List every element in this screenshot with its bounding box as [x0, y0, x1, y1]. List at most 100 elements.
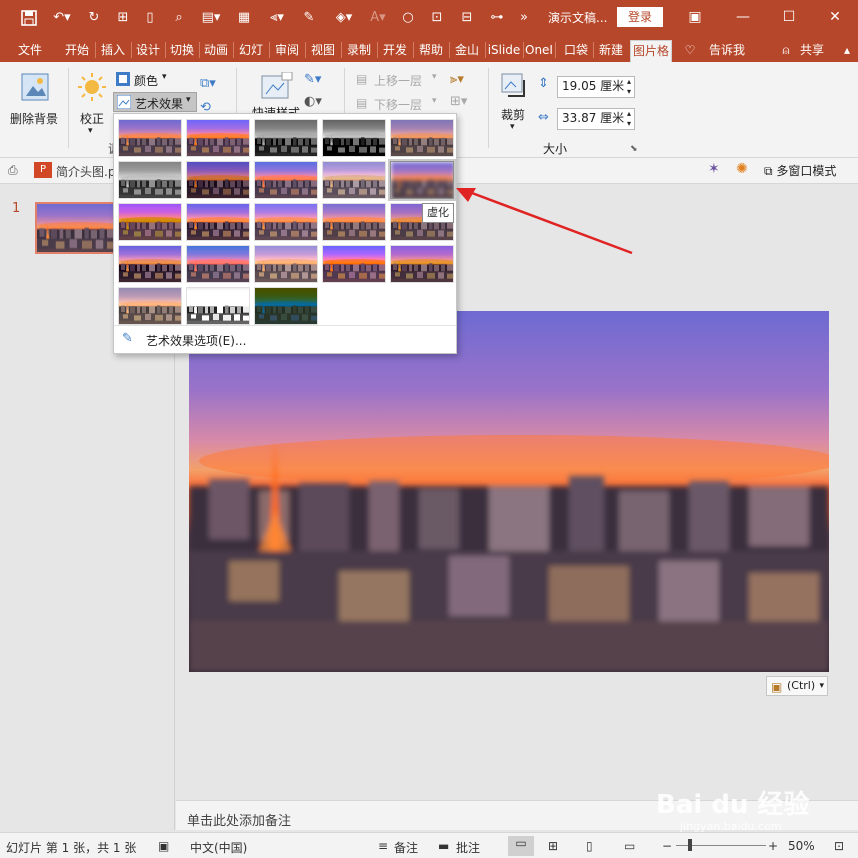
artistic-effect-option[interactable] [390, 245, 454, 283]
tab-home[interactable]: 开始 [60, 40, 94, 62]
quick-styles-button[interactable]: 快速样式 [248, 72, 308, 120]
tab-insert[interactable]: 插入 [96, 40, 130, 62]
slide-canvas[interactable] [189, 311, 829, 672]
remove-background-button[interactable]: 删除背景 [8, 68, 62, 130]
artistic-effect-option[interactable] [322, 119, 386, 157]
maximize-icon[interactable]: ☐ [776, 6, 802, 28]
minimize-icon[interactable]: — [730, 6, 756, 28]
tab-animations[interactable]: 动画 [200, 40, 232, 62]
ribbon-display-icon[interactable]: ▣ [682, 6, 708, 28]
artistic-effect-option[interactable] [186, 161, 250, 199]
artistic-effect-option[interactable] [254, 119, 318, 157]
artistic-effect-option[interactable] [118, 161, 182, 199]
open-folder-icon[interactable]: ▤▾ [196, 8, 226, 28]
multiwindow-button[interactable]: ⧉ 多窗口模式 [764, 162, 854, 180]
lightbulb-icon[interactable]: ♡ [680, 40, 700, 62]
tab-slideshow[interactable]: 幻灯 [234, 40, 268, 62]
undo-icon[interactable]: ↶▾ [48, 8, 76, 28]
spinner-icon[interactable]: ▴ ▾ [627, 109, 631, 129]
picture-border-icon[interactable]: ✎▾ [304, 72, 334, 90]
comments-icon[interactable]: ▬ [438, 839, 449, 853]
slideshow-icon[interactable]: ▭ [624, 839, 635, 853]
crop-button[interactable]: 裁剪 ▾ [496, 72, 532, 134]
tab-pocket[interactable]: 口袋 [560, 40, 592, 62]
artistic-effects-button[interactable]: 艺术效果 ▾ [113, 92, 197, 112]
artistic-effect-option[interactable] [186, 287, 250, 325]
magic-wand-icon[interactable]: ✶ [708, 161, 728, 181]
crop-icon[interactable]: ⊡ [426, 8, 448, 28]
tab-help[interactable]: 帮助 [414, 40, 448, 62]
corrections-button[interactable]: 校正 ▾ [72, 68, 112, 136]
notes-button[interactable]: 备注 [394, 839, 418, 856]
group-icon[interactable]: ⊟ [456, 8, 478, 28]
align-objects-icon[interactable]: ⫸▾ [450, 72, 472, 90]
reading-view-icon[interactable]: ▯ [586, 839, 593, 853]
tab-new[interactable]: 新建 [594, 40, 628, 62]
artistic-effect-option[interactable] [118, 119, 182, 157]
artistic-effect-option[interactable] [322, 245, 386, 283]
artistic-effect-option[interactable] [390, 119, 454, 157]
ribbon-collapse-icon[interactable]: ▴ [840, 40, 854, 62]
tab-file[interactable]: 文件 [10, 40, 50, 62]
artistic-effect-option[interactable] [118, 203, 182, 241]
tab-design[interactable]: 设计 [132, 40, 164, 62]
tab-onenote[interactable]: OneI [524, 40, 554, 62]
login-button[interactable]: 登录 [617, 7, 663, 27]
artistic-effect-option[interactable] [186, 245, 250, 283]
tab-kingsoft[interactable]: 金山 [450, 40, 484, 62]
save-icon[interactable] [18, 8, 40, 28]
language-indicator[interactable]: 中文(中国) [190, 839, 247, 856]
close-icon[interactable]: ✕ [822, 6, 848, 28]
grid-icon[interactable]: ▦ [234, 8, 254, 28]
share-button[interactable]: 共享 [796, 40, 828, 62]
tab-developer[interactable]: 开发 [378, 40, 412, 62]
slide-sorter-icon[interactable]: ⊞ [548, 839, 558, 853]
width-field[interactable]: 33.87 厘米 ▴ ▾ [557, 108, 635, 130]
artistic-effect-option[interactable] [322, 161, 386, 199]
compress-pictures-icon[interactable]: ⧉▾ [200, 76, 224, 94]
normal-view-icon[interactable]: ▭ [508, 836, 534, 856]
tab-record[interactable]: 录制 [342, 40, 376, 62]
city-photo[interactable] [189, 311, 829, 672]
more-icon[interactable]: » [514, 8, 534, 28]
spinner-icon[interactable]: ▴ ▾ [627, 77, 631, 97]
tab-transitions[interactable]: 切换 [166, 40, 198, 62]
artistic-effect-option[interactable] [118, 287, 182, 325]
settings-icon[interactable]: ✺ [736, 161, 756, 181]
artistic-effect-option[interactable] [322, 203, 386, 241]
tab-review[interactable]: 审阅 [270, 40, 304, 62]
paste-options-button[interactable]: ▣ (Ctrl) ▾ [766, 676, 828, 696]
print-preview-icon[interactable]: ⌕ [168, 8, 190, 28]
artistic-effect-option[interactable] [254, 161, 318, 199]
redo-icon[interactable]: ↻ [84, 8, 104, 28]
person-icon[interactable]: ⍝ [776, 40, 796, 62]
notes-icon[interactable]: ≡ [378, 839, 388, 853]
tab-tell-me[interactable]: 告诉我 [704, 40, 750, 62]
tab-picture-format[interactable]: 图片格 [630, 40, 672, 62]
color-button[interactable]: 颜色 ▾ [114, 70, 174, 90]
circle-icon[interactable]: ○ [398, 8, 418, 28]
artistic-effect-option[interactable] [186, 203, 250, 241]
comments-button[interactable]: 批注 [456, 839, 480, 856]
height-field[interactable]: 19.05 厘米 ▴ ▾ [557, 76, 635, 98]
tab-view[interactable]: 视图 [306, 40, 340, 62]
size-dialog-launcher-icon[interactable]: ⬊ [630, 144, 638, 154]
artistic-effect-option[interactable] [254, 203, 318, 241]
artistic-effects-options[interactable]: ✎ 艺术效果选项(E)... [114, 325, 456, 352]
link-icon[interactable]: ⊶ [486, 8, 508, 28]
format-painter-icon[interactable]: ⊞ [112, 8, 134, 28]
eyedropper-icon[interactable]: ✎ [298, 8, 320, 28]
artistic-effect-option[interactable] [254, 287, 318, 325]
tab-islide[interactable]: iSlide [486, 40, 522, 62]
fill-icon[interactable]: ◈▾ [328, 8, 360, 28]
new-file-icon[interactable]: ▯ [140, 8, 160, 28]
document-filename[interactable]: 简介头图.p [56, 163, 115, 180]
slide-thumbnail[interactable] [35, 202, 115, 254]
align-icon[interactable]: ⫷▾ [262, 8, 292, 28]
artistic-effect-option[interactable] [390, 161, 454, 199]
picture-effects-icon[interactable]: ◐▾ [304, 94, 334, 112]
accessibility-icon[interactable]: ▣ [158, 839, 169, 853]
artistic-effect-option[interactable] [186, 119, 250, 157]
artistic-effect-option[interactable] [118, 245, 182, 283]
artistic-effect-option[interactable] [254, 245, 318, 283]
